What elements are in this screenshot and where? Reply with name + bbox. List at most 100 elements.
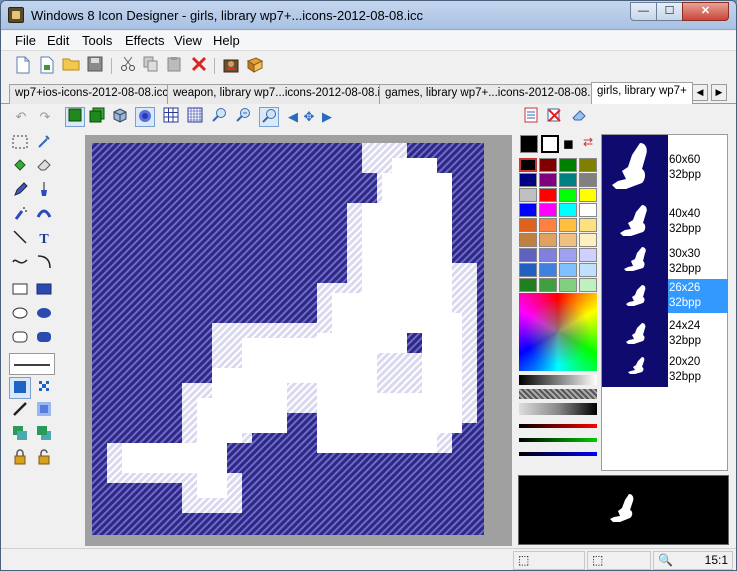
opacity-swatches[interactable] [519,403,597,415]
text-tool-icon[interactable]: T [33,229,55,251]
color-swatch[interactable] [539,248,557,262]
eraser-format-icon[interactable] [569,107,589,127]
color-swatch[interactable] [579,248,597,262]
layer-properties-icon[interactable] [521,107,541,127]
drawing-canvas[interactable] [92,143,484,535]
filled-ellipse-icon[interactable] [33,303,55,325]
color-swatch[interactable] [539,203,557,217]
size-item-selected[interactable]: 26x26 32bpp [668,279,728,313]
pixel-grid-icon[interactable] [185,107,205,127]
color-swatch[interactable] [579,233,597,247]
color-swatch[interactable] [559,263,577,277]
size-item[interactable]: 40x40 32bpp [668,207,728,237]
book-icon[interactable] [245,56,265,76]
ellipse-tool-icon[interactable] [9,303,31,325]
new-image-icon[interactable] [37,56,57,76]
transparent-color-icon[interactable]: ◼ [563,136,574,152]
filled-rectangle-icon[interactable] [33,279,55,301]
rounded-rect-icon[interactable] [9,327,31,349]
color-swatch[interactable] [519,158,537,172]
redo-icon[interactable]: ↷ [35,107,55,127]
cube-icon[interactable] [109,107,129,127]
menu-edit[interactable]: Edit [43,33,73,48]
cut-icon[interactable] [118,56,138,76]
smudge-icon[interactable] [33,205,55,227]
color-swatch[interactable] [579,158,597,172]
zoom-out-icon[interactable] [233,107,253,127]
spray-icon[interactable] [9,205,31,227]
color-swatch[interactable] [539,218,557,232]
minimize-button[interactable]: — [630,2,657,21]
maximize-button[interactable]: ☐ [656,2,683,21]
pencil-icon[interactable] [9,181,31,203]
lock-icon[interactable] [9,449,31,471]
fill-bucket-icon[interactable] [9,157,31,179]
fill-mode-icon[interactable] [9,377,31,399]
line-tool-icon[interactable] [9,229,31,251]
color-swatch[interactable] [559,278,577,292]
zoom-fit-icon[interactable] [259,107,279,127]
antialias-on-icon[interactable] [33,401,55,423]
paste-icon[interactable] [164,56,184,76]
tab-document[interactable]: games, library wp7+...icons-2012-08-08.i… [379,84,611,104]
color-swatch[interactable] [519,218,537,232]
color-swatch[interactable] [519,173,537,187]
rect-select-icon[interactable] [9,133,31,155]
canvas-area[interactable] [85,135,512,546]
color-swatch[interactable] [539,278,557,292]
layer-green-icon[interactable] [65,107,85,127]
color-swatch[interactable] [579,203,597,217]
icon-library-icon[interactable] [221,56,241,76]
red-slider[interactable] [519,424,597,428]
color-swatch[interactable] [559,173,577,187]
eraser-icon[interactable] [33,157,55,179]
color-swatch[interactable] [579,173,597,187]
color-swatch[interactable] [559,203,577,217]
pattern-fill-icon[interactable] [33,377,55,399]
color-swatch[interactable] [519,203,537,217]
unlock-icon[interactable] [33,449,55,471]
curve-tool-icon[interactable] [9,253,31,275]
zoom-in-icon[interactable] [209,107,229,127]
green-slider[interactable] [519,438,597,442]
tab-document-active[interactable]: girls, library wp7+ [591,82,693,104]
color-swatch[interactable] [539,188,557,202]
tab-document[interactable]: weapon, library wp7...icons-2012-08-08.i… [167,84,398,104]
size-item[interactable]: 30x30 32bpp [668,247,728,277]
size-item[interactable]: 60x60 32bpp [668,153,728,183]
delete-layer-icon[interactable] [544,107,564,127]
color-swatch[interactable] [559,233,577,247]
menu-help[interactable]: Help [209,33,244,48]
filled-rounded-rect-icon[interactable] [33,327,55,349]
color-picker-icon[interactable] [33,133,55,155]
blue-slider[interactable] [519,452,597,456]
color-swatch[interactable] [579,278,597,292]
save-icon[interactable] [85,56,105,76]
grid-icon[interactable] [161,107,181,127]
size-item[interactable]: 20x20 32bpp [668,355,728,385]
color-swatch[interactable] [559,248,577,262]
color-swatch[interactable] [539,173,557,187]
color-swatch[interactable] [519,233,537,247]
secondary-color-swatch[interactable] [541,135,559,153]
primary-color-swatch[interactable] [520,135,538,153]
transparency-slider[interactable] [519,389,597,399]
menu-tools[interactable]: Tools [78,33,116,48]
layer-stack-icon[interactable] [87,107,107,127]
size-item[interactable]: 24x24 32bpp [668,319,728,349]
layer-back-icon[interactable] [33,425,55,447]
color-swatch[interactable] [519,278,537,292]
line-width-selector[interactable] [9,353,55,375]
color-swatch[interactable] [579,188,597,202]
swap-colors-icon[interactable]: ⇄ [583,135,593,149]
brightness-slider[interactable] [519,375,597,385]
arrow-move-icon[interactable]: ✥ [299,107,319,127]
glow-icon[interactable] [135,107,155,127]
menu-file[interactable]: File [11,33,40,48]
color-wheel[interactable] [519,293,597,371]
tab-scroll-right-button[interactable]: ▶ [711,84,727,101]
tab-document[interactable]: wp7+ios-icons-2012-08-08.icc [9,84,175,104]
color-swatch[interactable] [519,188,537,202]
copy-icon[interactable] [141,56,161,76]
color-swatch[interactable] [519,263,537,277]
